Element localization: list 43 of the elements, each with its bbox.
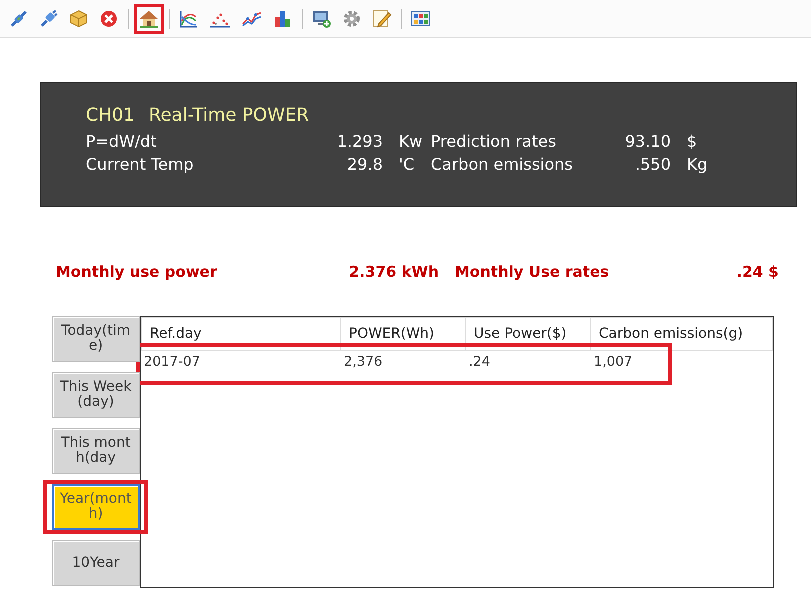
box-icon bbox=[69, 8, 89, 28]
reading-label: Carbon emissions bbox=[431, 155, 574, 174]
reading-value: .550 bbox=[634, 155, 671, 174]
monitor-icon bbox=[312, 8, 332, 28]
period-tab[interactable]: 10Year bbox=[52, 540, 140, 586]
reading-label: Prediction rates bbox=[431, 132, 558, 151]
summary-value: 2.376 kWh bbox=[349, 263, 439, 281]
reading-label: Current Temp bbox=[86, 155, 195, 174]
table-cell-text: 2017-07 bbox=[143, 353, 202, 372]
toolbar-button[interactable] bbox=[134, 4, 164, 34]
gear-icon bbox=[342, 8, 362, 28]
summary-label: Monthly Use rates bbox=[455, 263, 610, 281]
column-header: Use Power($) bbox=[466, 317, 591, 351]
period-tab[interactable]: This Week(day) bbox=[52, 372, 140, 418]
table-cell-text: .24 bbox=[468, 353, 492, 372]
column-header: POWER(Wh) bbox=[341, 317, 466, 351]
bar-chart-icon bbox=[273, 8, 293, 28]
pencil-icon bbox=[372, 8, 392, 28]
summary-value: .24 $ bbox=[736, 263, 779, 281]
close-icon bbox=[99, 8, 119, 28]
column-header: Carbon emissions(g) bbox=[591, 317, 773, 351]
period-tab[interactable]: Year(month) bbox=[52, 484, 140, 530]
reading-value: 93.10 bbox=[624, 132, 671, 151]
reading-unit: Kw bbox=[398, 132, 424, 151]
plug-icon bbox=[39, 8, 59, 28]
reading-label: P=dW/dt bbox=[86, 132, 158, 151]
plug-icon bbox=[9, 8, 29, 28]
period-tab[interactable]: Today(time) bbox=[52, 316, 140, 362]
summary-label: Monthly use power bbox=[56, 263, 218, 281]
channel-label: CH01 bbox=[86, 105, 136, 126]
area-chart-icon bbox=[179, 8, 199, 28]
table-cell-text: 1,007 bbox=[593, 353, 634, 372]
reading-unit: $ bbox=[686, 132, 698, 151]
reading-value: 1.293 bbox=[336, 132, 383, 151]
column-header: Ref.day bbox=[141, 317, 341, 351]
home-icon bbox=[139, 8, 159, 28]
table-cell-text: 2,376 bbox=[343, 353, 384, 372]
panel-title: Real-Time POWER bbox=[149, 105, 310, 126]
period-tab[interactable]: This month(day bbox=[52, 428, 140, 474]
grid-icon bbox=[411, 8, 431, 28]
reading-unit: 'C bbox=[398, 155, 416, 174]
reading-value: 29.8 bbox=[346, 155, 383, 174]
reading-unit: Kg bbox=[686, 155, 709, 174]
